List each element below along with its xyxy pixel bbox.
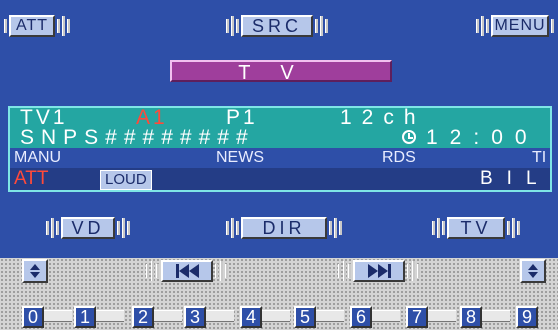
source-label: TV1 (20, 106, 68, 129)
up-down-icon (528, 264, 538, 278)
skip-forward-button[interactable] (338, 259, 420, 283)
grip-icon (476, 16, 489, 36)
src-button-label: SRC (241, 15, 313, 37)
dir-button-label: DIR (241, 217, 327, 239)
grip-icon (407, 261, 420, 281)
info-row-indicators: MANU NEWS RDS TI (10, 148, 550, 168)
up-down-button-left[interactable] (22, 259, 48, 283)
preset-separator (96, 310, 124, 322)
src-button[interactable]: SRC (226, 14, 328, 38)
manu-indicator: MANU (14, 149, 62, 166)
preset-separator (482, 310, 510, 322)
dir-button[interactable]: DIR (226, 216, 342, 240)
grip-icon (215, 261, 228, 281)
info-row-status: ATT LOUD BIL (10, 168, 550, 190)
info-row-tuner: TV1 A1 P1 12ch (10, 106, 550, 129)
preset-button-0[interactable]: 0 (22, 306, 44, 328)
grip-icon (338, 261, 351, 281)
grip-icon (57, 16, 70, 36)
tv-button-label: TV (447, 217, 505, 239)
grip-icon (146, 261, 159, 281)
preset-label: P1 (226, 106, 258, 129)
grip-icon (329, 218, 342, 238)
band-label: A1 (136, 106, 168, 129)
preset-separator (316, 310, 344, 322)
info-display: TV1 A1 P1 12ch SNPS######## 12:00 MANU N… (8, 106, 552, 192)
menu-button-label: MENU (491, 15, 549, 37)
preset-separator (428, 310, 456, 322)
grip-icon (226, 218, 239, 238)
channel-label: 12ch (340, 106, 426, 129)
preset-separator (206, 310, 234, 322)
rds-indicator: RDS (382, 149, 416, 166)
clock-time: 12:00 (426, 126, 539, 149)
preset-button-1[interactable]: 1 (74, 306, 96, 328)
menu-button[interactable]: MENU (476, 14, 554, 38)
station-name: SNPS######## (20, 126, 255, 149)
grip-icon (46, 218, 59, 238)
ti-indicator: TI (532, 149, 547, 166)
grip-icon (226, 16, 239, 36)
preset-button-2[interactable]: 2 (132, 306, 154, 328)
preset-button-5[interactable]: 5 (294, 306, 316, 328)
vd-button-label: VD (61, 217, 115, 239)
preset-separator (262, 310, 290, 322)
vd-button[interactable]: VD (46, 216, 130, 240)
grip-icon (117, 218, 130, 238)
news-indicator: NEWS (216, 149, 264, 166)
grip-icon (507, 218, 520, 238)
att-button-label: ATT (9, 15, 55, 37)
skip-forward-icon (353, 260, 405, 282)
tv-button[interactable]: TV (432, 216, 520, 240)
bil-indicator: BIL (480, 168, 551, 189)
preset-button-7[interactable]: 7 (406, 306, 428, 328)
preset-button-4[interactable]: 4 (240, 306, 262, 328)
preset-button-9[interactable]: 9 (516, 306, 538, 328)
preset-button-6[interactable]: 6 (350, 306, 372, 328)
skip-back-button[interactable] (146, 259, 228, 283)
preset-button-8[interactable]: 8 (460, 306, 482, 328)
up-down-icon (30, 264, 40, 278)
clock-icon (402, 130, 416, 144)
att-indicator: ATT (14, 168, 49, 189)
preset-separator (372, 310, 400, 322)
info-row-station: SNPS######## 12:00 (10, 126, 550, 149)
grip-icon (551, 16, 554, 36)
att-button[interactable]: ATT (4, 14, 70, 38)
grip-icon (4, 16, 7, 36)
preset-separator (154, 310, 182, 322)
grip-icon (432, 218, 445, 238)
preset-separator (44, 310, 72, 322)
source-title-bar[interactable]: TV (170, 60, 392, 84)
grip-icon (315, 16, 328, 36)
preset-button-3[interactable]: 3 (184, 306, 206, 328)
loud-indicator: LOUD (100, 170, 152, 190)
up-down-button-right[interactable] (520, 259, 546, 283)
skip-back-icon (161, 260, 213, 282)
